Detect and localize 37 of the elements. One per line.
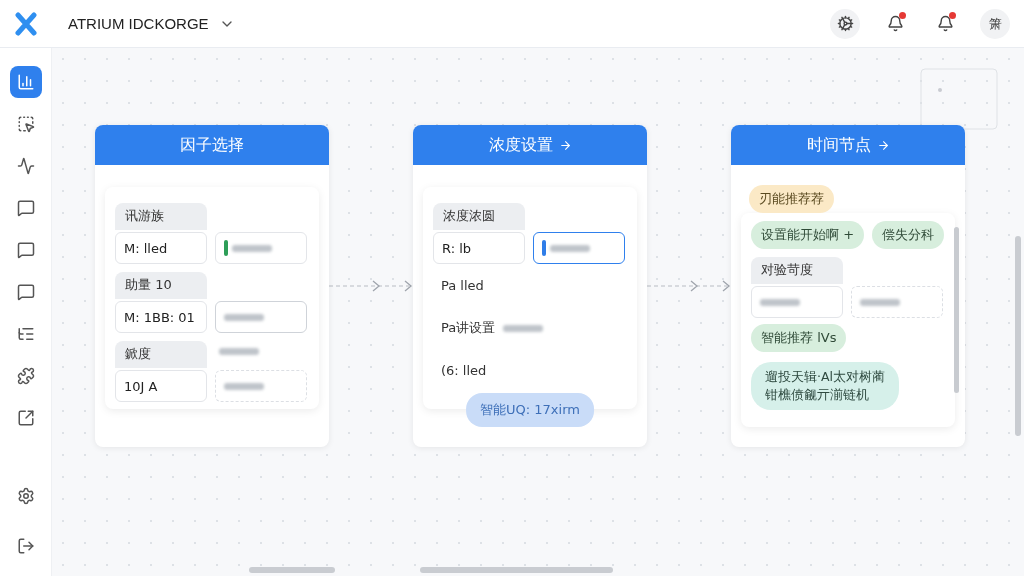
card-title: 因子选择 — [180, 134, 244, 156]
arrow-icon — [558, 138, 572, 152]
scrollbar[interactable] — [1015, 236, 1021, 436]
tag-chip[interactable]: 设置能开始啊 + — [751, 221, 865, 249]
arrow-icon — [876, 138, 890, 152]
input-field[interactable]: 10J A — [115, 370, 207, 402]
scrollbar[interactable] — [420, 567, 613, 573]
input-field[interactable] — [533, 232, 625, 264]
bell-icon — [886, 15, 904, 32]
workspace-title: ATRIUM IDCKORGE — [68, 15, 209, 32]
card-title: 浓度设置 — [488, 134, 553, 156]
user-avatar[interactable]: 箫 — [980, 8, 1010, 39]
option-item[interactable]: Pa lled — [433, 266, 627, 305]
scrollbar[interactable] — [249, 567, 335, 573]
option-item[interactable]: (6: lled — [433, 351, 627, 390]
input-field[interactable]: M: lled — [115, 232, 207, 264]
field-label: 助量 10 — [115, 272, 207, 299]
input-field[interactable]: M: 1BB: 01 — [115, 301, 207, 333]
input-field[interactable]: R: lb — [433, 232, 525, 264]
option-label: Pa讲设置 — [441, 319, 496, 337]
settings-button[interactable] — [830, 8, 860, 39]
card-title: 时间节点 — [806, 134, 871, 156]
suggestion-bubble: 遛投天辑·Al太对树蔺 钳樵偾觎亓湔链机 — [751, 362, 899, 411]
tag-chip[interactable]: 智能推荐 lVs — [751, 324, 847, 352]
field-label: 鍁度 — [115, 341, 207, 368]
smart-button[interactable]: 智能UQ: 17xirm — [466, 393, 594, 427]
tag-chip[interactable]: 偿失分科 — [872, 221, 945, 249]
scrollbar[interactable] — [954, 227, 959, 393]
option-item[interactable]: Pa讲设置 — [433, 307, 627, 349]
gear-icon — [836, 15, 854, 32]
tag-chip[interactable]: 刃能推荐荐 — [749, 185, 834, 213]
field-label: 浓度浓圆 — [433, 203, 525, 230]
logo-icon — [14, 11, 38, 36]
chart-icon[interactable] — [9, 66, 42, 98]
field-label: 对验苛度 — [751, 257, 843, 284]
bell-icon — [936, 15, 954, 32]
field-label: 讯游族 — [115, 203, 207, 230]
